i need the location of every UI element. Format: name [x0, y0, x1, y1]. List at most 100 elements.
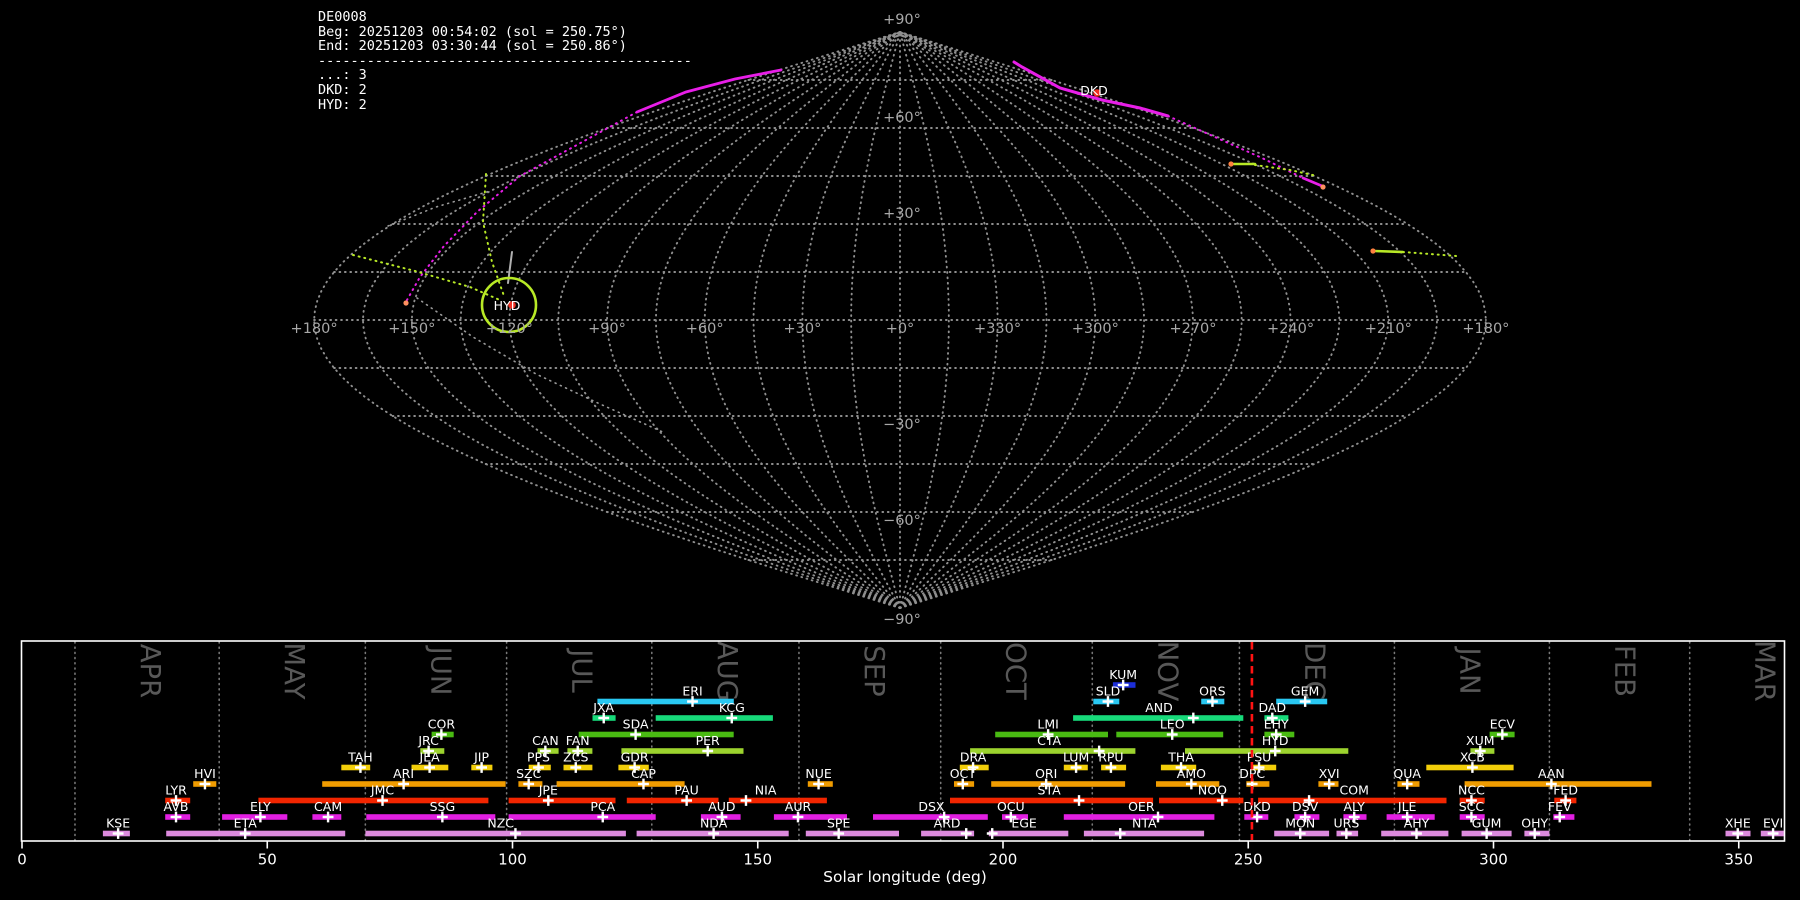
map-longitude-label: +120° [486, 321, 533, 337]
shower-label-lyr: LYR [165, 783, 187, 798]
meteor-monitor-window: HYD DKD +180° +150° +120° +90° +60° +30° +0° +33… [0, 0, 1800, 900]
shower-label-dsv: DSV [1292, 799, 1319, 814]
map-longitude-label: +180° [291, 321, 338, 337]
info-line-1: Beg: 20251203 00:54:02 (sol = 250.75°) [318, 23, 627, 40]
info-line-0: DE0008 [318, 9, 367, 25]
trail-sporadic-3 [387, 190, 491, 227]
shower-bar-and [1073, 715, 1244, 721]
shower-label-lmi: LMI [1037, 717, 1058, 732]
trail-tip-hyd-meteor-1 [1228, 161, 1234, 167]
shower-label-ncc: NCC [1458, 783, 1485, 798]
shower-label-dkd: DKD [1243, 799, 1270, 814]
shower-label-can: CAN [532, 733, 559, 748]
shower-label-nda: NDA [700, 816, 728, 831]
shower-label-rpu: RPU [1098, 750, 1123, 765]
month-label-may: MAY [278, 642, 310, 699]
trail-tip-dkd-meteor-2-end [1320, 184, 1326, 190]
shower-label-xum: XUM [1466, 733, 1495, 748]
info-line-5: DKD: 2 [318, 81, 367, 98]
trail-hyd-convergence-1 [352, 254, 503, 302]
shower-label-ori: ORI [1035, 766, 1057, 781]
shower-label-jrc: JRC [417, 733, 439, 748]
shower-label-dsx: DSX [918, 799, 945, 814]
shower-label-ors: ORS [1199, 684, 1226, 699]
shower-bar-ari [322, 781, 506, 787]
shower-label-cap: CAP [631, 766, 656, 781]
shower-label-pau: PAU [674, 783, 698, 798]
map-latitude-label: +90° [883, 12, 921, 28]
trail-sporadic-2 [416, 297, 666, 434]
map-longitude-label: +150° [388, 321, 435, 337]
shower-label-eta: ETA [234, 816, 258, 831]
shower-label-sta: STA [1038, 783, 1062, 798]
shower-label-szc: SZC [516, 766, 541, 781]
map-longitude-label: +210° [1365, 321, 1412, 337]
shower-bar-ssg [366, 814, 496, 820]
map-longitude-label: +330° [974, 321, 1021, 337]
axis-tick-label-150: 150 [743, 851, 772, 869]
shower-peak-nta [1114, 828, 1126, 839]
shower-label-ehy: EHY [1264, 717, 1289, 732]
map-latitude-label: +30° [883, 206, 921, 222]
axis-tick-label-100: 100 [498, 851, 527, 869]
shower-bar-pau [626, 797, 719, 804]
axis-tick-label-300: 300 [1479, 851, 1508, 869]
shower-label-aur: AUR [785, 799, 812, 814]
trail-dkd-meteor-2-path [1167, 115, 1304, 179]
shower-label-mon: MON [1285, 816, 1315, 831]
shower-bar-sta [950, 797, 1154, 804]
shower-label-ard: ARD [934, 816, 961, 831]
trail-tip-hyd-meteor-2 [1370, 248, 1376, 254]
shower-bar-noo [1159, 797, 1244, 804]
map-longitude-label: +0° [886, 321, 915, 337]
shower-label-ohy: OHY [1521, 816, 1548, 831]
axis-tick-label-250: 250 [1234, 851, 1263, 869]
shower-label-gdr: GDR [621, 750, 649, 765]
shower-label-nta: NTA [1132, 816, 1157, 831]
shower-label-evi: EVI [1763, 816, 1783, 831]
map-meridian [899, 31, 1487, 609]
shower-label-jle: JLE [1397, 799, 1417, 814]
shower-label-ssg: SSG [430, 799, 456, 814]
month-label-jul: JUL [566, 647, 598, 693]
radiant-map-radiants: HYD DKD [480, 83, 1108, 334]
month-label-feb: FEB [1608, 645, 1640, 697]
shower-label-ahy: AHY [1404, 816, 1430, 831]
shower-label-jip: JIP [473, 750, 489, 765]
shower-label-nia: NIA [755, 783, 777, 798]
shower-label-xcb: XCB [1460, 750, 1485, 765]
shower-label-ege: EGE [1011, 816, 1037, 831]
shower-label-xvi: XVI [1319, 766, 1340, 781]
trail-dkd-meteor-2-end [1301, 176, 1324, 188]
month-label-jan: JAN [1453, 645, 1485, 694]
shower-label-eri: ERI [682, 684, 702, 699]
shower-label-hvi: HVI [194, 766, 216, 781]
shower-label-aly: ALY [1343, 799, 1365, 814]
shower-label-noo: NOO [1198, 783, 1227, 798]
shower-label-dad: DAD [1259, 700, 1287, 715]
timeline-shower-bars: KUM ERI SLD ORS GEM JXA KCG AND DAD COR SDA LMI LEO E… [102, 667, 1784, 839]
shower-label-xhe: XHE [1725, 816, 1751, 831]
x-axis-title: Solar longitude (deg) [823, 868, 987, 886]
shower-label-jmc: JMC [370, 783, 394, 798]
shower-label-cam: CAM [314, 799, 342, 814]
shower-label-dra: DRA [960, 750, 987, 765]
trail-hyd-meteor-1-path [1254, 164, 1318, 177]
shower-label-fev: FEV [1548, 799, 1572, 814]
trail-hyd-meteor-2 [1372, 249, 1405, 254]
shower-peak-ege [986, 828, 998, 839]
shower-label-sld: SLD [1096, 684, 1121, 699]
shower-label-gem: GEM [1291, 684, 1319, 699]
shower-label-pps: PPS [527, 750, 550, 765]
shower-label-ari: ARI [393, 766, 414, 781]
shower-bar-ege [988, 830, 1069, 837]
radiant-label-dkd: DKD [1080, 83, 1107, 98]
map-latitude-label: −90° [883, 612, 921, 628]
shower-label-cor: COR [428, 717, 456, 732]
shower-label-tha: THA [1167, 750, 1194, 765]
shower-label-tah: TAH [347, 750, 373, 765]
shower-label-ecv: ECV [1490, 717, 1516, 732]
shower-label-ocu: OCU [997, 799, 1025, 814]
shower-peak-sta [1073, 795, 1085, 806]
shower-label-amo: AMO [1177, 766, 1206, 781]
